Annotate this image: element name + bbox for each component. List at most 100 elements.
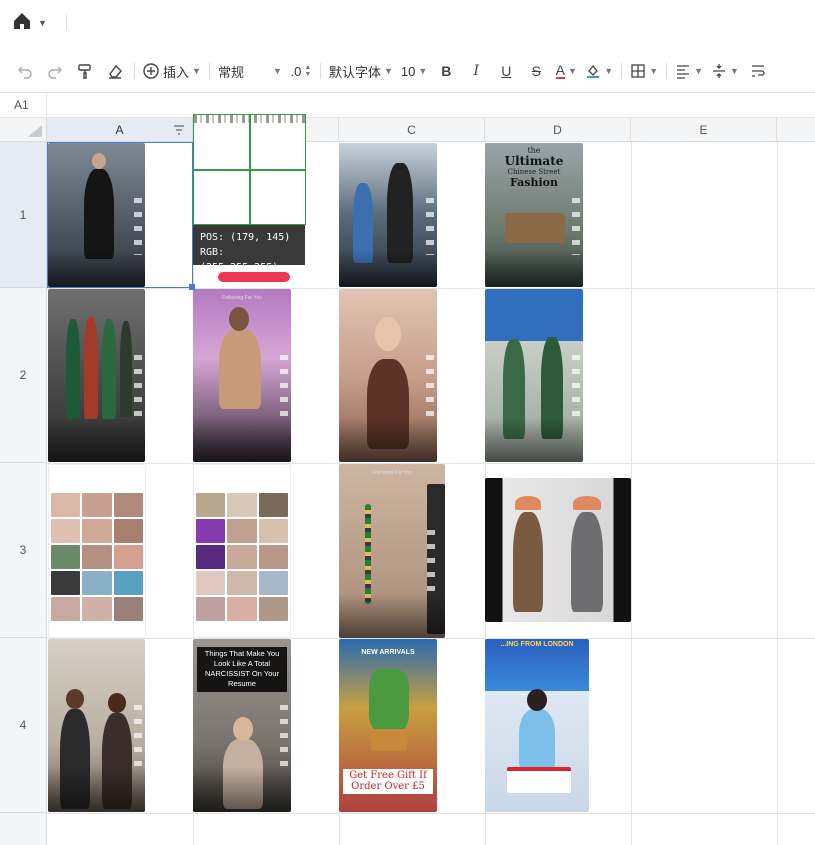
column-header-c[interactable]: C: [339, 118, 485, 142]
chevron-down-icon: ▼: [694, 66, 704, 76]
home-menu[interactable]: ▼: [12, 12, 52, 34]
thumbnail-grid: [196, 493, 288, 633]
bold-button[interactable]: B: [435, 58, 457, 84]
thumbnail-grid: [51, 493, 143, 633]
image-a4[interactable]: [48, 639, 145, 812]
divider: [621, 63, 623, 79]
image-a3[interactable]: [48, 464, 146, 638]
underline-button[interactable]: U: [495, 58, 517, 84]
person-head: [108, 693, 126, 713]
column-header-d[interactable]: D: [485, 118, 631, 142]
column-header-e[interactable]: E: [631, 118, 777, 142]
undo-icon[interactable]: [14, 58, 36, 84]
feed-tabs: Following For You: [222, 295, 262, 301]
horizontal-align-button[interactable]: ▼: [675, 58, 703, 84]
font-color-button[interactable]: A ▼: [555, 58, 577, 84]
row-header-4[interactable]: 4: [0, 638, 47, 813]
number-format-label: 常规: [217, 64, 244, 80]
action-icons: [426, 354, 434, 424]
fill-color-button[interactable]: ▼: [585, 58, 613, 84]
table-object: [505, 213, 565, 243]
gridline: [777, 142, 778, 845]
italic-button[interactable]: I: [465, 58, 487, 84]
fill-handle[interactable]: [189, 284, 195, 290]
vertical-align-button[interactable]: ▼: [711, 58, 739, 84]
row-header-3[interactable]: 3: [0, 463, 47, 638]
action-icons: [134, 197, 142, 256]
divider: [46, 93, 47, 118]
chevron-down-icon: ▼: [567, 66, 577, 76]
person-head: [375, 317, 401, 351]
caption-shade: [48, 767, 145, 812]
person-figure: [387, 163, 413, 263]
eraser-icon[interactable]: [104, 58, 126, 84]
spreadsheet-grid[interactable]: A C D E 1 2 3 4 the Ultimate Chinese Str…: [0, 118, 815, 845]
font-family-select[interactable]: 默认字体 ▼: [329, 58, 393, 84]
row-header-2[interactable]: 2: [0, 288, 47, 463]
image-a1[interactable]: [48, 143, 145, 287]
redo-icon[interactable]: [44, 58, 66, 84]
person-head: [66, 689, 84, 709]
pos-readout: POS: (179, 145): [200, 232, 291, 243]
caption-shade: [485, 417, 583, 462]
person-figure: [519, 709, 555, 769]
filter-icon[interactable]: [172, 123, 186, 137]
image-c3[interactable]: Following For You: [339, 464, 445, 638]
number-format-select[interactable]: 常规 ▼: [218, 58, 282, 84]
format-painter-icon[interactable]: [74, 58, 96, 84]
pot-object: [371, 729, 407, 751]
row-header-1[interactable]: 1: [0, 142, 47, 288]
person-figure: [120, 321, 132, 417]
cactus-plush: [369, 669, 409, 733]
image-d1[interactable]: the Ultimate Chinese Street Fashion: [485, 143, 583, 287]
column-label: C: [407, 122, 416, 137]
chevron-down-icon: ▼: [273, 66, 282, 76]
overlay-text: ...ING FROM LONDON: [500, 641, 574, 648]
person-head: [92, 153, 106, 169]
image-c4[interactable]: NEW ARRIVALS Get Free Gift If Order Over…: [339, 639, 437, 812]
divider: [208, 63, 210, 79]
borders-button[interactable]: ▼: [630, 58, 658, 84]
person-figure: [84, 317, 98, 419]
divider: [319, 63, 321, 79]
divider: [66, 14, 67, 30]
image-a2[interactable]: [48, 289, 145, 462]
wrap-text-button[interactable]: [747, 58, 769, 84]
crosshair-horizontal: [194, 169, 305, 171]
image-b2[interactable]: Following For You: [193, 289, 291, 462]
stepper-icon: ▲ ▼: [304, 64, 312, 78]
image-d3[interactable]: [485, 478, 631, 622]
column-header-a[interactable]: A: [47, 118, 193, 142]
overlay-text: NEW ARRIVALS: [361, 649, 415, 656]
image-d4[interactable]: ...ING FROM LONDON: [485, 639, 589, 812]
rgb-readout: RGB: (255,255,255): [200, 247, 279, 273]
person-head: [527, 689, 547, 711]
person-figure: [513, 512, 543, 612]
strikethrough-button[interactable]: S: [525, 58, 547, 84]
person-figure: [102, 319, 116, 419]
decimal-stepper[interactable]: .0 ▲ ▼: [290, 58, 312, 84]
popup-card: [507, 767, 571, 793]
image-c1[interactable]: [339, 143, 437, 287]
action-icons: [280, 704, 288, 774]
font-size-select[interactable]: 10 ▼: [401, 58, 427, 84]
home-icon[interactable]: [12, 11, 32, 36]
row-header-5[interactable]: [0, 813, 47, 845]
pixel-magnifier: [193, 114, 306, 225]
top-bar: ▼: [0, 0, 815, 44]
wrap-icon: [751, 65, 765, 77]
insert-button[interactable]: 插入 ▼: [143, 58, 201, 84]
image-b3[interactable]: [193, 464, 291, 638]
cap-hat: [515, 496, 541, 510]
chevron-down-icon[interactable]: ▼: [38, 18, 47, 28]
caption-shade: [48, 417, 145, 462]
select-all-corner[interactable]: [0, 118, 47, 142]
image-b4[interactable]: Things That Make You Look Like A Total N…: [193, 639, 291, 812]
cell-reference[interactable]: A1: [14, 98, 29, 112]
column-header-f[interactable]: [777, 118, 815, 142]
image-c2[interactable]: [339, 289, 437, 462]
insert-label: 插入: [163, 64, 190, 80]
align-left-icon: [677, 65, 690, 79]
divider: [666, 63, 668, 79]
image-d2[interactable]: [485, 289, 583, 462]
